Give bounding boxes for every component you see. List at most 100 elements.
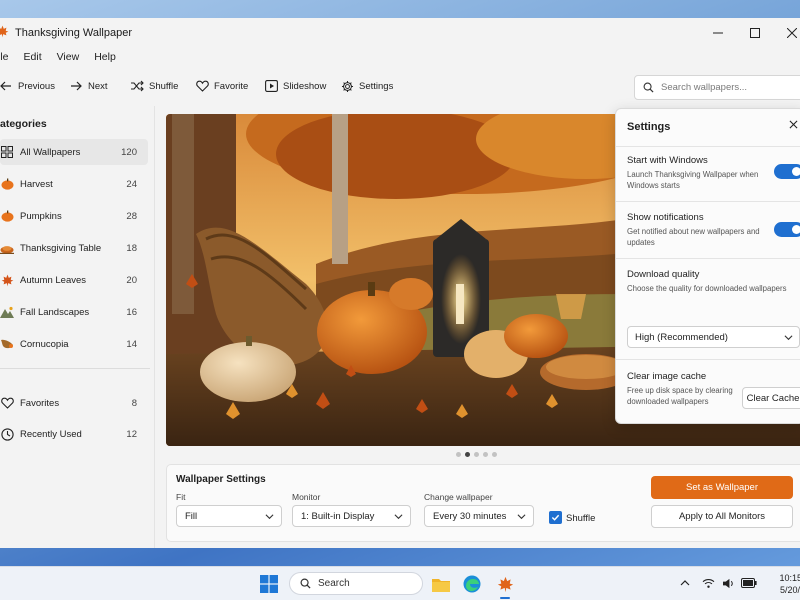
sidebar-item-autumn-leaves[interactable]: Autumn Leaves 20 (0, 267, 148, 293)
sidebar-item-count: 24 (126, 179, 137, 190)
show-notifications-description: Get notified about new wallpapers and up… (627, 227, 760, 247)
close-button[interactable] (772, 18, 800, 47)
sidebar-item-label: Cornucopia (20, 339, 69, 350)
change-wallpaper-label: Change wallpaper (424, 492, 493, 502)
carousel-dot[interactable] (492, 452, 497, 457)
start-with-windows-toggle[interactable] (774, 164, 800, 179)
apply-to-all-monitors-button[interactable]: Apply to All Monitors (651, 505, 793, 528)
sidebar-item-label: Favorites (20, 398, 60, 409)
carousel-dot[interactable] (483, 452, 488, 457)
monitor-label: Monitor (292, 492, 321, 502)
window-title: Thanksgiving Wallpaper (15, 27, 132, 39)
clear-cache-button[interactable]: Clear Cache (742, 387, 800, 409)
menu-file[interactable]: ile (0, 51, 9, 63)
start-with-windows-description: Launch Thanksgiving Wallpaper when Windo… (627, 170, 759, 190)
sidebar-item-favorites[interactable]: Favorites 8 (0, 390, 148, 416)
carousel-dots (456, 452, 497, 457)
taskbar: Search 10:15 A 5/20/20 (0, 566, 800, 600)
sidebar-item-harvest[interactable]: Harvest 24 (0, 171, 148, 197)
sidebar-item-cornucopia[interactable]: Cornucopia 14 (0, 331, 148, 357)
minimize-button[interactable] (698, 18, 738, 47)
monitor-dropdown[interactable]: 1: Built-in Display (292, 505, 411, 527)
download-quality-description: Choose the quality for downloaded wallpa… (627, 284, 787, 293)
sidebar-item-recently-used[interactable]: Recently Used 12 (0, 421, 148, 447)
close-icon[interactable] (789, 120, 798, 129)
chevron-down-icon (784, 333, 793, 342)
heart-icon (196, 80, 209, 92)
speaker-icon[interactable] (722, 578, 735, 589)
sidebar-item-count: 28 (126, 211, 137, 222)
change-interval-dropdown[interactable]: Every 30 minutes (424, 505, 534, 527)
arrow-right-icon (70, 80, 82, 92)
download-quality-dropdown[interactable]: High (Recommended) (627, 326, 800, 348)
next-label: Next (88, 80, 108, 92)
windows-start-icon[interactable] (260, 575, 278, 593)
show-notifications-toggle[interactable] (774, 222, 800, 237)
sidebar-item-count: 20 (126, 275, 137, 286)
battery-icon[interactable] (741, 578, 757, 588)
shuffle-checkbox[interactable] (549, 511, 562, 524)
show-notifications-title: Show notifications (627, 212, 704, 223)
download-quality-value: High (Recommended) (635, 331, 728, 343)
chevron-up-icon[interactable] (680, 578, 690, 588)
settings-button[interactable]: Settings (341, 80, 393, 93)
chevron-down-icon (394, 512, 403, 521)
file-explorer-icon[interactable] (429, 572, 453, 596)
sidebar-item-fall-landscapes[interactable]: Fall Landscapes 16 (0, 299, 148, 325)
carousel-dot[interactable] (456, 452, 461, 457)
maximize-button[interactable] (735, 18, 775, 47)
chevron-down-icon (265, 512, 274, 521)
settings-panel-title: Settings (627, 121, 671, 133)
taskbar-search-label: Search (318, 578, 350, 589)
maple-leaf-icon[interactable] (493, 572, 517, 596)
menu-bar: ile Edit View Help (0, 47, 131, 67)
shuffle-button[interactable]: Shuffle (130, 80, 178, 92)
menu-view[interactable]: View (57, 51, 80, 63)
panel-divider (616, 258, 800, 259)
next-button[interactable]: Next (70, 80, 108, 92)
title-bar: Thanksgiving Wallpaper (0, 18, 800, 47)
toggle-knob (792, 167, 800, 176)
taskbar-search[interactable]: Search (289, 572, 423, 595)
settings-panel: Settings Start with Windows Launch Thank… (615, 108, 800, 424)
menu-help[interactable]: Help (94, 51, 116, 63)
change-interval-value: Every 30 minutes (433, 510, 507, 522)
sidebar-item-label: All Wallpapers (20, 147, 81, 158)
wallpaper-settings-card: Wallpaper Settings Fit Fill Monitor 1: B… (166, 464, 800, 542)
favorite-button[interactable]: Favorite (196, 80, 248, 92)
monitor-value: 1: Built-in Display (301, 510, 375, 522)
sidebar-item-label: Fall Landscapes (20, 307, 90, 318)
fit-label: Fit (176, 492, 186, 502)
sidebar-item-label: Recently Used (20, 429, 82, 440)
sidebar-item-thanksgiving-table[interactable]: Thanksgiving Table 18 (0, 235, 148, 261)
favorite-label: Favorite (214, 80, 249, 92)
menu-edit[interactable]: Edit (24, 51, 42, 63)
clear-cache-description: Free up disk space by clearing downloade… (627, 386, 733, 406)
sidebar-item-all-wallpapers[interactable]: All Wallpapers 120 (0, 139, 148, 165)
sidebar-item-label: Autumn Leaves (20, 275, 87, 286)
toggle-knob (792, 225, 800, 234)
previous-label: Previous (18, 80, 55, 92)
active-app-indicator (500, 597, 510, 599)
gear-icon (341, 80, 354, 93)
grid-icon (0, 145, 14, 159)
sidebar-item-count: 16 (126, 307, 137, 318)
search-box[interactable] (634, 75, 800, 100)
sidebar-item-count: 120 (121, 147, 137, 158)
system-clock[interactable]: 10:15 A 5/20/20 (770, 572, 800, 596)
clock-icon (0, 427, 14, 441)
sidebar-item-label: Pumpkins (20, 211, 62, 222)
wifi-icon[interactable] (702, 578, 715, 589)
shuffle-checkbox-label: Shuffle (566, 513, 596, 524)
wallpaper-settings-title: Wallpaper Settings (176, 474, 266, 485)
sidebar-item-pumpkins[interactable]: Pumpkins 28 (0, 203, 148, 229)
arrow-left-icon (0, 80, 12, 92)
carousel-dot[interactable] (474, 452, 479, 457)
search-input[interactable] (661, 82, 800, 93)
set-as-wallpaper-button[interactable]: Set as Wallpaper (651, 476, 793, 499)
slideshow-button[interactable]: Slideshow (265, 80, 326, 92)
edge-browser-icon[interactable] (460, 572, 484, 596)
carousel-dot-active[interactable] (465, 452, 470, 457)
fit-dropdown[interactable]: Fill (176, 505, 282, 527)
previous-button[interactable]: Previous (0, 80, 55, 92)
